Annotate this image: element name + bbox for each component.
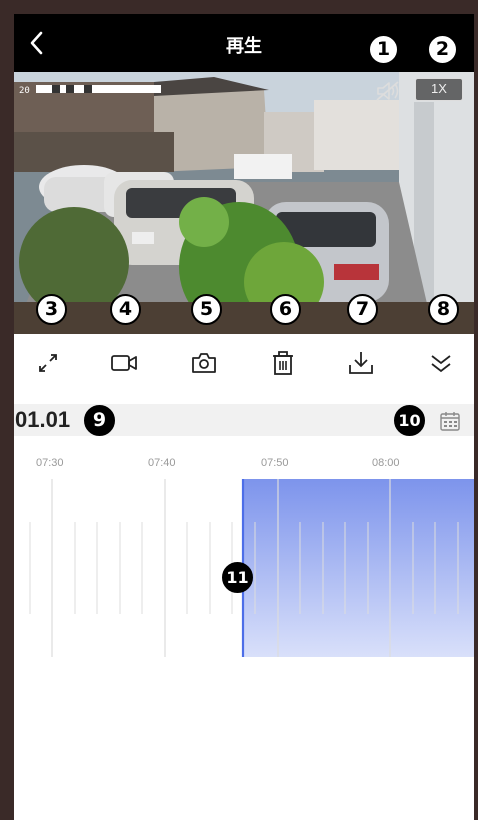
- callout-5: 5: [191, 294, 222, 325]
- trash-icon[interactable]: [269, 349, 297, 377]
- callout-10: 10: [394, 405, 425, 436]
- callout-2: 2: [427, 34, 458, 65]
- double-chevron-down-icon[interactable]: [427, 349, 455, 377]
- video-camera-icon[interactable]: [110, 349, 138, 377]
- playback-toolbar: [14, 334, 474, 390]
- callout-9: 9: [84, 405, 115, 436]
- callout-3: 3: [36, 294, 67, 325]
- playback-speed-button[interactable]: 1X: [415, 78, 463, 101]
- callout-8: 8: [428, 294, 459, 325]
- callout-6: 6: [270, 294, 301, 325]
- video-timestamp: 20: [19, 86, 30, 96]
- callout-11: 11: [222, 562, 253, 593]
- page-title: 再生: [226, 36, 262, 57]
- speaker-muted-icon[interactable]: [374, 80, 402, 102]
- expand-arrows-icon[interactable]: [34, 349, 62, 377]
- callout-1: 1: [368, 34, 399, 65]
- callout-4: 4: [110, 294, 141, 325]
- calendar-icon[interactable]: [439, 410, 461, 432]
- video-frame-image: [14, 72, 474, 334]
- video-player[interactable]: 20 1X 3 4 5 6 7 8: [14, 72, 474, 334]
- app-frame: 再生 1 2 20 1X 3 4 5 6 7 8 01.01 9 10 07:3…: [14, 14, 474, 820]
- download-icon[interactable]: [347, 349, 375, 377]
- date-bar: 01.01 9 10: [14, 404, 474, 436]
- recording-segment: [242, 479, 474, 657]
- selected-date[interactable]: 01.01: [15, 407, 70, 433]
- timeline[interactable]: 07:30 07:40 07:50 08:00 11: [14, 444, 474, 820]
- camera-icon[interactable]: [190, 349, 218, 377]
- timeline-track: [29, 479, 474, 657]
- top-bar: 再生 1 2: [14, 14, 474, 72]
- callout-7: 7: [347, 294, 378, 325]
